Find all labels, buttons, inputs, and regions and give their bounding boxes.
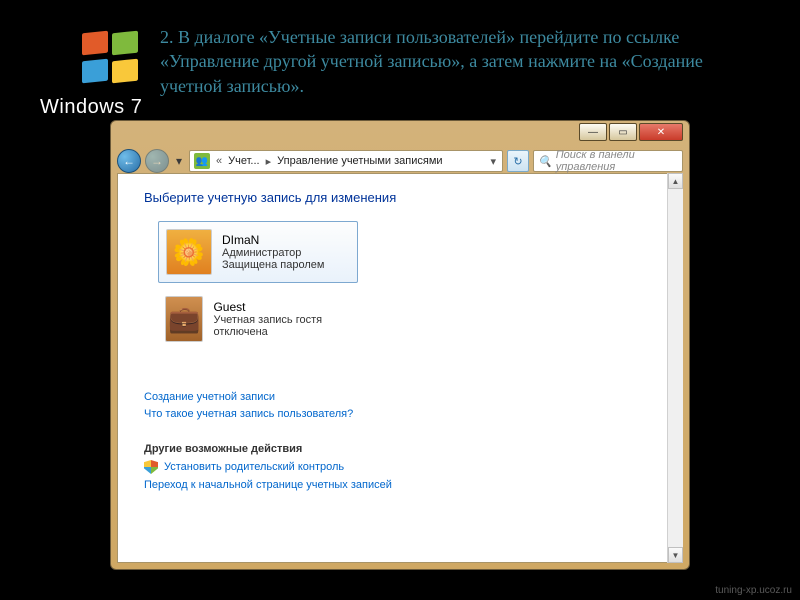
search-box[interactable]: 🔍 Поиск в панели управления	[533, 150, 683, 172]
shield-icon	[144, 460, 158, 474]
account-list: 🌼 DImaN Администратор Защищена паролем 💼…	[144, 221, 656, 349]
nav-history-dropdown[interactable]: ▾	[173, 150, 185, 172]
breadcrumb-1[interactable]: Учет...	[228, 155, 259, 167]
account-item-diman[interactable]: 🌼 DImaN Администратор Защищена паролем	[158, 221, 358, 283]
breadcrumb-sep-icon: «	[214, 155, 224, 167]
windows-logo-text: Windows 7	[40, 96, 142, 119]
accounts-home-link[interactable]: Переход к начальной странице учетных зап…	[144, 479, 656, 491]
search-icon: 🔍	[538, 155, 552, 168]
account-status: Защищена паролем	[222, 259, 324, 271]
scroll-up-button[interactable]: ▲	[668, 173, 683, 189]
forward-button[interactable]: →	[145, 149, 169, 173]
links-block: Создание учетной записи Что такое учетна…	[144, 391, 656, 491]
users-icon: 👥	[194, 153, 210, 169]
parental-control-link[interactable]: Установить родительский контроль	[164, 461, 344, 473]
vertical-scrollbar[interactable]: ▲ ▼	[667, 173, 683, 563]
account-item-guest[interactable]: 💼 Guest Учетная запись гостя отключена	[158, 289, 358, 349]
create-account-link[interactable]: Создание учетной записи	[144, 391, 656, 403]
avatar: 🌼	[166, 229, 212, 275]
what-is-account-link[interactable]: Что такое учетная запись пользователя?	[144, 408, 656, 420]
watermark: tuning-xp.ucoz.ru	[715, 585, 792, 596]
minimize-button[interactable]: —	[579, 123, 607, 141]
back-button[interactable]: ←	[117, 149, 141, 173]
parental-control-row: Установить родительский контроль	[144, 460, 656, 474]
page-heading: Выберите учетную запись для изменения	[144, 190, 656, 205]
address-bar[interactable]: 👥 « Учет... ▸ Управление учетными запися…	[189, 150, 503, 172]
search-placeholder: Поиск в панели управления	[556, 149, 678, 173]
other-actions-heading: Другие возможные действия	[144, 443, 656, 455]
breadcrumb-2[interactable]: Управление учетными записями	[277, 155, 442, 167]
windows-logo	[80, 30, 140, 90]
control-panel-window: — ▭ ✕ ← → ▾ 👥 « Учет... ▸ Управление уче…	[110, 120, 690, 570]
content-pane: Выберите учетную запись для изменения 🌼 …	[117, 173, 683, 563]
account-name: Guest	[213, 300, 351, 314]
refresh-button[interactable]: ↻	[507, 150, 529, 172]
maximize-button[interactable]: ▭	[609, 123, 637, 141]
account-role: Администратор	[222, 247, 324, 259]
address-dropdown-icon[interactable]: ▾	[490, 155, 498, 168]
address-bar-row: ← → ▾ 👥 « Учет... ▸ Управление учетными …	[117, 147, 683, 175]
breadcrumb-arrow-icon: ▸	[264, 155, 274, 168]
account-name: DImaN	[222, 233, 324, 247]
instruction-text: 2. В диалоге «Учетные записи пользовател…	[160, 25, 740, 98]
scroll-down-button[interactable]: ▼	[668, 547, 683, 563]
window-controls: — ▭ ✕	[579, 123, 683, 141]
account-status: Учетная запись гостя отключена	[213, 314, 351, 338]
close-button[interactable]: ✕	[639, 123, 683, 141]
avatar: 💼	[165, 296, 203, 342]
